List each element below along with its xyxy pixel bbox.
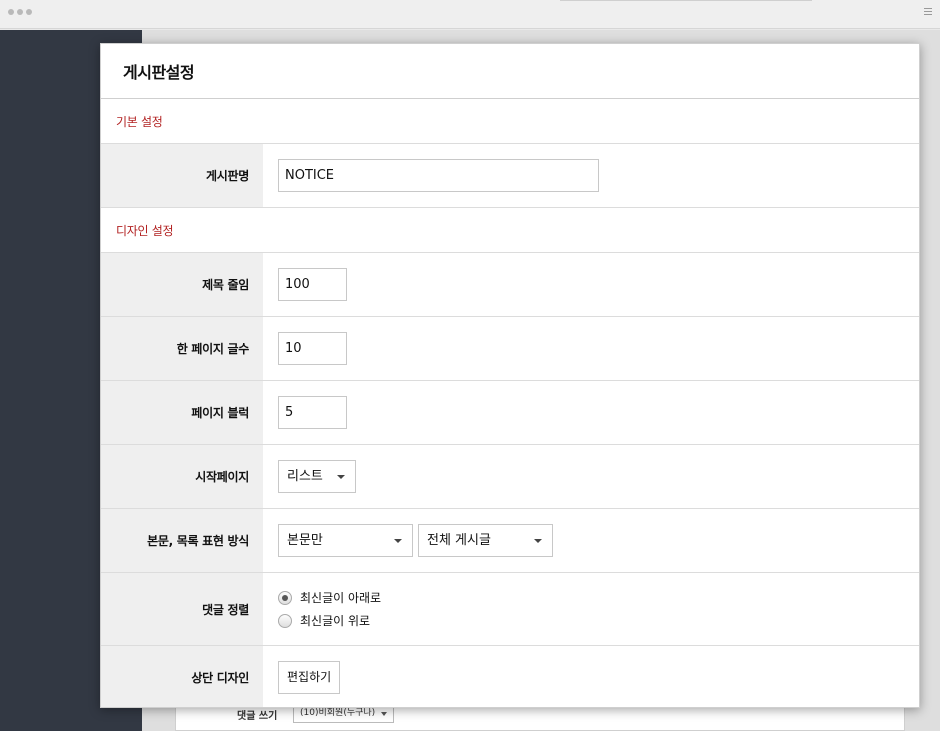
menu-icon[interactable]: [924, 8, 932, 18]
window-controls[interactable]: [8, 9, 32, 15]
row-top-design: 상단 디자인 편집하기: [101, 646, 919, 707]
comment-sort-option-top-label: 최신글이 위로: [300, 614, 371, 628]
page-block-label: 페이지 블럭: [101, 381, 263, 444]
section-basic-title: 기본 설정: [116, 114, 163, 129]
chevron-down-icon: [534, 539, 542, 543]
row-comment-sort: 댓글 정렬 최신글이 아래로 최신글이 위로: [101, 573, 919, 646]
comment-sort-option-bottom[interactable]: 최신글이 아래로: [278, 589, 381, 606]
row-start-page: 시작페이지 리스트: [101, 445, 919, 509]
row-display-mode: 본문, 목록 표현 방식 본문만 전체 게시글: [101, 509, 919, 573]
posts-per-page-label: 한 페이지 글수: [101, 317, 263, 380]
background-comment-write-label: 댓글 쓰기: [237, 711, 278, 722]
top-design-label: 상단 디자인: [101, 646, 263, 707]
list-display-value: 전체 게시글: [427, 533, 491, 548]
section-basic: 기본 설정: [101, 99, 919, 144]
comment-sort-label: 댓글 정렬: [101, 573, 263, 645]
comment-sort-option-bottom-label: 최신글이 아래로: [300, 591, 382, 605]
title-length-label: 제목 줄임: [101, 253, 263, 316]
row-posts-per-page: 한 페이지 글수 10: [101, 317, 919, 381]
list-display-select[interactable]: 전체 게시글: [418, 524, 553, 557]
posts-per-page-input[interactable]: 10: [278, 332, 347, 365]
modal-title: 게시판설정: [123, 63, 195, 82]
body-display-select[interactable]: 본문만: [278, 524, 413, 557]
title-length-input[interactable]: 100: [278, 268, 347, 301]
radio-unchecked[interactable]: [278, 613, 292, 628]
start-page-value: 리스트: [287, 469, 323, 484]
page-block-input[interactable]: 5: [278, 396, 347, 429]
row-page-block: 페이지 블럭 5: [101, 381, 919, 445]
radio-checked[interactable]: [278, 590, 292, 605]
start-page-label: 시작페이지: [101, 445, 263, 508]
body-display-value: 본문만: [287, 533, 323, 548]
board-name-label: 게시판명: [101, 144, 263, 207]
modal-header: 게시판설정: [101, 44, 919, 99]
edit-top-design-button[interactable]: 편집하기: [278, 660, 341, 694]
row-board-name: 게시판명 NOTICE: [101, 144, 919, 208]
window-titlebar: [0, 0, 940, 29]
section-design-title: 디자인 설정: [116, 223, 174, 238]
board-name-input[interactable]: NOTICE: [278, 159, 599, 192]
titlebar-divider: [560, 0, 812, 1]
comment-sort-option-top[interactable]: 최신글이 위로: [278, 612, 381, 629]
board-settings-modal: 게시판설정 기본 설정 게시판명 NOTICE 디자인 설정 제목 줄임 100…: [100, 43, 920, 708]
chevron-down-icon: [337, 475, 345, 479]
comment-sort-radio-group: 최신글이 아래로 최신글이 위로: [278, 589, 381, 629]
start-page-select[interactable]: 리스트: [278, 460, 356, 493]
section-design: 디자인 설정: [101, 208, 919, 253]
row-title-length: 제목 줄임 100: [101, 253, 919, 317]
display-mode-label: 본문, 목록 표현 방식: [101, 509, 263, 572]
chevron-down-icon: [394, 539, 402, 543]
